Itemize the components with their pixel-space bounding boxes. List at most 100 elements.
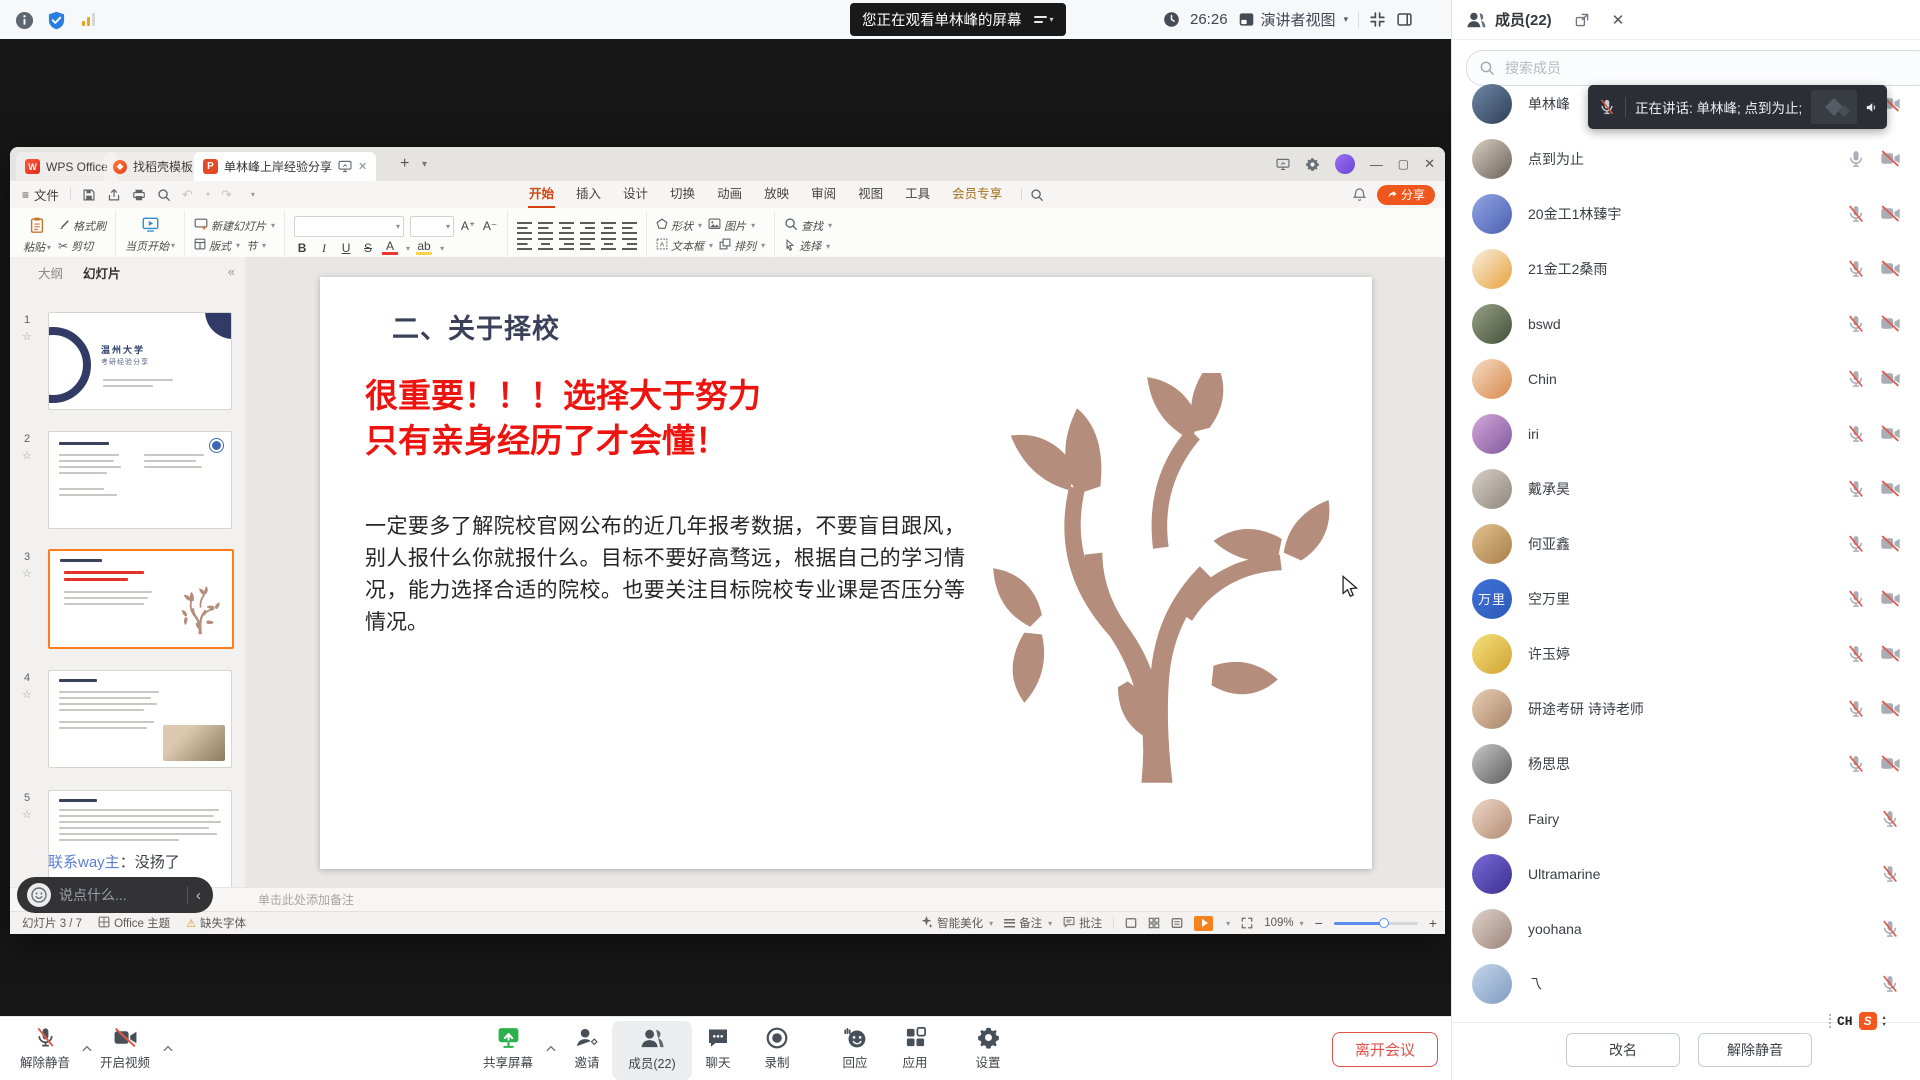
- notes-bar[interactable]: 单击此处添加备注: [10, 887, 1445, 912]
- picture-button[interactable]: 图片▾: [708, 218, 755, 234]
- font-family-select[interactable]: ▾: [294, 216, 404, 237]
- ribbon-tab-transition[interactable]: 切换: [659, 181, 706, 208]
- zoom-out-icon[interactable]: −: [1315, 915, 1323, 931]
- member-row[interactable]: 万里 空万里: [1452, 571, 1920, 626]
- ribbon-tab-review[interactable]: 审阅: [800, 181, 847, 208]
- unmute-button[interactable]: 解除静音: [1698, 1033, 1812, 1067]
- ribbon-tab-view[interactable]: 视图: [847, 181, 894, 208]
- account-avatar[interactable]: [1335, 154, 1355, 174]
- ribbon-tab-home[interactable]: 开始: [518, 181, 565, 208]
- member-row[interactable]: Chin: [1452, 351, 1920, 406]
- align-left-icon[interactable]: [517, 238, 532, 250]
- distribute-icon[interactable]: [601, 238, 616, 250]
- increase-font-icon[interactable]: A⁺: [460, 219, 476, 233]
- zoom-in-icon[interactable]: +: [1429, 915, 1437, 931]
- sogou-ime-icon[interactable]: S: [1859, 1012, 1877, 1030]
- ribbon-tab-animation[interactable]: 动画: [706, 181, 753, 208]
- align-right-icon[interactable]: [559, 238, 574, 250]
- member-row[interactable]: Fairy: [1452, 791, 1920, 846]
- missing-font-warning[interactable]: ⚠ 缺失字体: [186, 915, 246, 931]
- print-preview-icon[interactable]: [157, 188, 171, 202]
- camera-status-icon[interactable]: [1879, 478, 1901, 500]
- slide-thumbnail-4[interactable]: 4 ☆: [10, 670, 245, 770]
- camera-status-icon[interactable]: [1879, 368, 1901, 390]
- font-size-select[interactable]: ▾: [410, 216, 454, 237]
- highlight-button[interactable]: ab: [416, 241, 432, 255]
- slide-thumbnail-5[interactable]: 5 ☆: [10, 790, 245, 890]
- underline-button[interactable]: U: [338, 241, 354, 255]
- fit-slide-icon[interactable]: [1241, 917, 1253, 929]
- star-icon[interactable]: ☆: [22, 688, 32, 701]
- outline-tab[interactable]: 大纲: [38, 263, 63, 282]
- member-row[interactable]: 点到为止: [1452, 131, 1920, 186]
- ribbon-tab-insert[interactable]: 插入: [565, 181, 612, 208]
- align-center-icon[interactable]: [538, 238, 553, 250]
- bullet-list-icon[interactable]: [517, 222, 532, 234]
- shapes-button[interactable]: 形状▾: [656, 218, 702, 234]
- record-button[interactable]: 录制: [741, 1024, 813, 1071]
- find-button[interactable]: 查找▾: [784, 217, 832, 234]
- camera-status-icon[interactable]: [1879, 313, 1901, 335]
- unmute-toolbar-button[interactable]: 解除静音: [9, 1024, 81, 1071]
- mic-status-icon[interactable]: [1845, 203, 1867, 225]
- mic-status-icon[interactable]: [1845, 423, 1867, 445]
- new-slide-button[interactable]: 新建幻灯片▾: [194, 218, 275, 234]
- member-row[interactable]: Ultramarine: [1452, 846, 1920, 901]
- format-painter-button[interactable]: 格式刷: [58, 218, 106, 234]
- camera-status-icon[interactable]: [1879, 533, 1901, 555]
- collapse-panel-icon[interactable]: «: [228, 264, 235, 279]
- camera-status-icon[interactable]: [1879, 258, 1901, 280]
- slides-tab[interactable]: 幻灯片: [83, 263, 121, 282]
- star-icon[interactable]: ☆: [22, 808, 32, 821]
- member-row[interactable]: iri: [1452, 406, 1920, 461]
- increase-indent-icon[interactable]: [580, 222, 595, 234]
- star-icon[interactable]: ☆: [22, 567, 32, 580]
- member-row[interactable]: 研途考研 诗诗老师: [1452, 681, 1920, 736]
- slide-thumbnail-3-selected[interactable]: 3 ☆: [10, 549, 245, 649]
- line-spacing-icon[interactable]: [601, 222, 616, 234]
- camera-status-icon[interactable]: [1879, 148, 1901, 170]
- close-window-icon[interactable]: ✕: [1424, 156, 1435, 172]
- exit-fullscreen-icon[interactable]: [1369, 11, 1386, 28]
- camera-status-icon[interactable]: [1879, 753, 1901, 775]
- zoom-level[interactable]: 109%▾: [1264, 917, 1303, 929]
- undo-icon[interactable]: ↶: [182, 187, 193, 203]
- theme-indicator[interactable]: Office 主题: [98, 915, 170, 931]
- file-menu[interactable]: ≡ 文件: [22, 185, 59, 204]
- popout-panel-icon[interactable]: [1574, 12, 1590, 28]
- member-row[interactable]: 20金工1林臻宇: [1452, 186, 1920, 241]
- mic-status-icon[interactable]: [1845, 313, 1867, 335]
- normal-view-icon[interactable]: [1125, 917, 1137, 929]
- wps-share-button[interactable]: 分享: [1377, 185, 1435, 205]
- chat-input-pill[interactable]: 说点什么... ‹: [17, 877, 213, 913]
- strikethrough-button[interactable]: S: [360, 241, 376, 255]
- leave-meeting-button[interactable]: 离开会议: [1332, 1032, 1438, 1067]
- slide-sorter-icon[interactable]: [1148, 917, 1160, 929]
- select-button[interactable]: 选择▾: [784, 238, 832, 254]
- ribbon-search-icon[interactable]: [1030, 188, 1044, 202]
- ribbon-tab-design[interactable]: 设计: [612, 181, 659, 208]
- slideshow-play-button[interactable]: [1194, 916, 1213, 931]
- banner-menu-icon[interactable]: ▾: [1034, 15, 1054, 24]
- screen-cast-icon[interactable]: [1276, 158, 1290, 171]
- new-tab-icon[interactable]: +: [400, 155, 409, 173]
- watching-banner[interactable]: 您正在观看单林峰的屏幕 ▾: [850, 3, 1066, 36]
- start-video-button[interactable]: 开启视频: [89, 1024, 161, 1071]
- zoom-slider[interactable]: [1334, 922, 1418, 925]
- columns-icon[interactable]: [622, 238, 637, 250]
- member-row[interactable]: 21金工2桑雨: [1452, 241, 1920, 296]
- ribbon-tab-slideshow[interactable]: 放映: [753, 181, 800, 208]
- mic-status-icon[interactable]: [1879, 863, 1901, 885]
- slide-thumbnail-2[interactable]: 2 ☆: [10, 431, 245, 531]
- close-panel-icon[interactable]: ✕: [1612, 11, 1625, 29]
- mic-status-icon[interactable]: [1845, 148, 1867, 170]
- apps-button[interactable]: 应用: [879, 1024, 951, 1071]
- italic-button[interactable]: I: [316, 241, 332, 256]
- bold-button[interactable]: B: [294, 241, 310, 255]
- members-toolbar-button[interactable]: 成员(22): [612, 1021, 692, 1080]
- notify-icon[interactable]: [1352, 187, 1367, 202]
- numbered-list-icon[interactable]: [538, 222, 553, 234]
- tab-list-icon[interactable]: ▾: [422, 159, 427, 170]
- ribbon-tab-member[interactable]: 会员专享: [941, 181, 1013, 208]
- emoji-icon[interactable]: [27, 883, 51, 907]
